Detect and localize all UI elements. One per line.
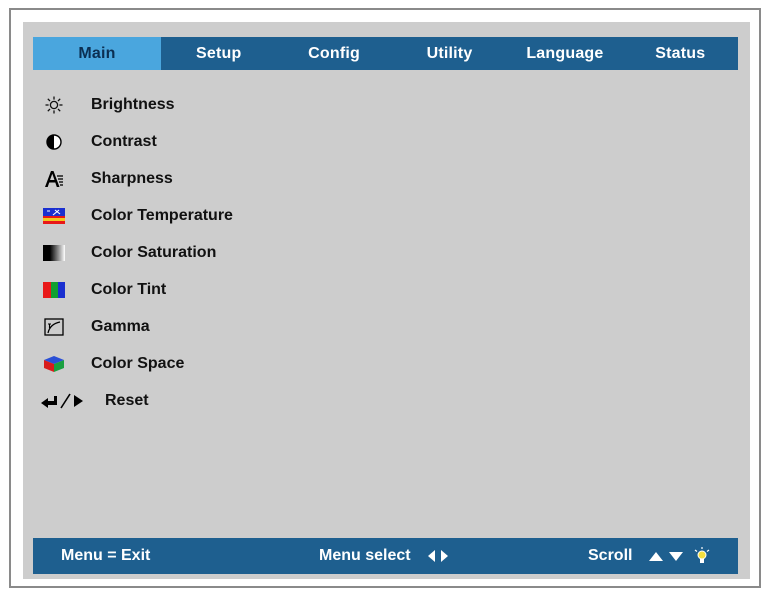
- contrast-icon: [41, 132, 67, 152]
- brightness-icon: [41, 95, 67, 115]
- menu-item-color-saturation[interactable]: Color Saturation: [41, 234, 233, 271]
- down-arrow-icon: [669, 551, 684, 561]
- menu-item-reset[interactable]: Reset: [41, 382, 233, 419]
- enter-right-icon: [41, 391, 99, 411]
- scroll-label: Scroll: [588, 547, 633, 564]
- menu-item-brightness[interactable]: Brightness: [41, 86, 233, 123]
- tab-setup[interactable]: Setup: [161, 37, 276, 70]
- lightbulb-icon: [695, 547, 710, 563]
- menu-select-label: Menu select: [319, 547, 411, 564]
- tab-utility[interactable]: Utility: [392, 37, 507, 70]
- menu-item-label: Contrast: [91, 132, 157, 150]
- menu-item-label: Brightness: [91, 95, 175, 113]
- tab-config[interactable]: Config: [276, 37, 391, 70]
- status-bar: Menu = Exit Menu select Scroll: [33, 538, 738, 574]
- menu-item-gamma[interactable]: Gamma: [41, 308, 233, 345]
- menu-select-hint: Menu select: [319, 538, 449, 574]
- menu-item-label: Gamma: [91, 317, 150, 335]
- menu-item-label: Color Temperature: [91, 206, 233, 224]
- menu-item-color-temperature[interactable]: Color Temperature: [41, 197, 233, 234]
- menu-item-color-space[interactable]: Color Space: [41, 345, 233, 382]
- menu-list: Brightness Contrast Sharpness Color Temp…: [41, 86, 233, 419]
- up-arrow-icon: [649, 551, 664, 561]
- tab-language[interactable]: Language: [507, 37, 622, 70]
- menu-item-label: Color Tint: [91, 280, 167, 298]
- color-space-icon: [41, 354, 67, 374]
- menu-item-label: Reset: [105, 391, 149, 409]
- menu-item-label: Color Saturation: [91, 243, 217, 261]
- osd-panel: Main Setup Config Utility Language Statu…: [23, 22, 750, 579]
- right-arrow-icon: [440, 550, 448, 562]
- tab-bar: Main Setup Config Utility Language Statu…: [33, 37, 738, 70]
- left-arrow-icon: [427, 550, 435, 562]
- color-temperature-icon: [41, 206, 67, 226]
- sharpness-icon: [41, 169, 67, 189]
- menu-item-contrast[interactable]: Contrast: [41, 123, 233, 160]
- scroll-hint: Scroll: [588, 538, 710, 574]
- menu-exit-hint: Menu = Exit: [61, 547, 151, 564]
- menu-item-color-tint[interactable]: Color Tint: [41, 271, 233, 308]
- gamma-icon: [41, 317, 67, 337]
- color-tint-icon: [41, 280, 67, 300]
- menu-item-label: Color Space: [91, 354, 185, 372]
- menu-item-sharpness[interactable]: Sharpness: [41, 160, 233, 197]
- color-saturation-icon: [41, 243, 67, 263]
- menu-item-label: Sharpness: [91, 169, 173, 187]
- tab-main[interactable]: Main: [33, 37, 161, 70]
- tab-status[interactable]: Status: [623, 37, 738, 70]
